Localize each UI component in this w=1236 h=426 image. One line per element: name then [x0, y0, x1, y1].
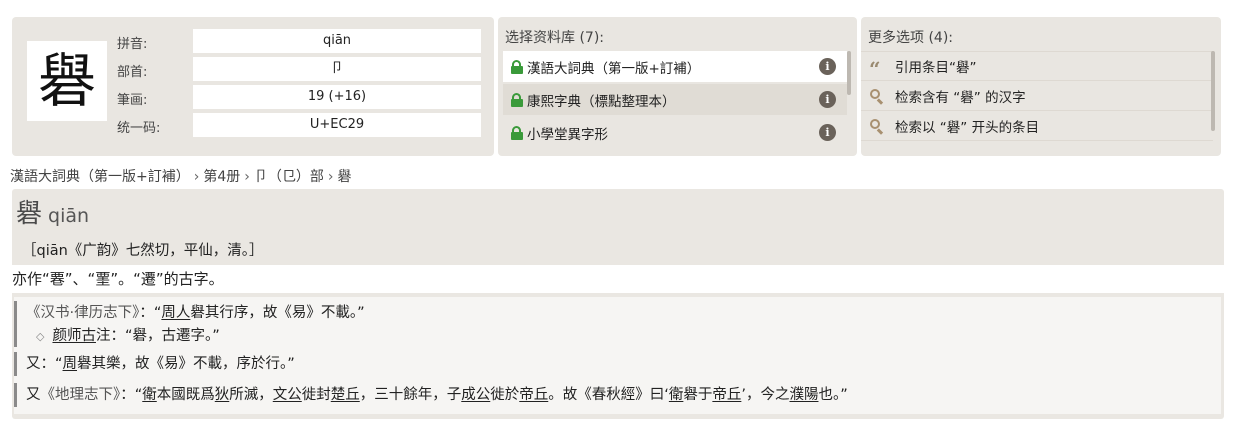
breadcrumb-item[interactable]: 漢語大詞典（第一版+訂補） [10, 166, 190, 186]
unicode-label: 统一码: [117, 121, 161, 136]
dictionary-item[interactable]: 康熙字典（標點整理本） i [503, 84, 847, 115]
quote-text: 礜于 [683, 387, 713, 403]
quote-text: 本國既爲 [156, 387, 215, 403]
proper-name[interactable]: 文公 [273, 387, 302, 403]
proper-name[interactable]: 帝丘 [712, 387, 741, 403]
quotation-3: 又《地理志下》：“衛本國既爲狄所滅，文公徙封楚丘，三十餘年，子成公徙於帝丘。故《… [14, 383, 848, 407]
dictionary-item[interactable]: 小學堂異字形 i [503, 117, 847, 148]
entry-pronunciation: ［qiān《广韵》七然切，平仙，清。］ [22, 243, 264, 259]
breadcrumb-item[interactable]: 第4册 [203, 166, 240, 186]
character-glyph: 礜 [37, 47, 96, 115]
unicode-row: 统一码: U+EC29 [117, 113, 487, 139]
unicode-value: U+EC29 [193, 113, 481, 137]
dictionary-name: 康熙字典（標點整理本） [527, 93, 676, 110]
quote-text: 徙封 [301, 387, 331, 403]
dictionary-list[interactable]: 漢語大詞典（第一版+訂補） i 康熙字典（標點整理本） i 小學堂異字形 i [503, 51, 847, 151]
proper-name[interactable]: 周人 [161, 305, 190, 321]
dictionary-name: 小學堂異字形 [527, 126, 608, 143]
search-icon [869, 88, 885, 104]
strokes-row: 筆画: 19 (+16) [117, 85, 487, 111]
character-glyph-box: 礜 [27, 41, 107, 121]
radical-value[interactable]: 卩 [193, 57, 481, 81]
dictionary-panel-title: 选择资料库 (7): [505, 30, 604, 46]
quote-text: ，三十餘年，子 [359, 387, 462, 403]
quote-note: 注：“礜，古遷字。” [95, 328, 220, 344]
quotation-1: 《汉书·律历志下》：“周人礜其行序，故《易》不載。” ◇ 颜师古注：“礜，古遷字。… [14, 301, 365, 347]
more-options-panel: 更多选项 (4): “ 引用条目“礜” 检索含有 “礜” 的汉字 检索以 “礜”… [861, 17, 1221, 156]
search-icon [869, 118, 885, 134]
entry-pinyin: qiān [48, 205, 90, 227]
breadcrumb-separator: › [193, 169, 200, 185]
quote-text: 礜其樂，故《易》不載，序於行。” [77, 356, 295, 372]
quote-source[interactable]: 《地理志下》 [41, 387, 121, 403]
strokes-value: 19 (+16) [193, 85, 481, 109]
quotation-list: 《汉书·律历志下》：“周人礜其行序，故《易》不載。” ◇ 颜师古注：“礜，古遷字。… [14, 297, 1221, 414]
character-info-panel: 礜 拼音: qiān 部首: 卩 筆画: 19 (+16) 统一码: U+EC2… [12, 17, 494, 156]
proper-name[interactable]: 衛 [669, 387, 684, 403]
quote-text: 徙於 [490, 387, 520, 403]
quote-text: ：“ [139, 305, 162, 321]
pinyin-row: 拼音: qiān [117, 29, 487, 55]
entry-definition-band: 亦作“䙴”、“䙵”。“遷”的古字。 [12, 265, 1224, 293]
breadcrumb-separator: › [327, 169, 334, 185]
search-starting-option[interactable]: 检索以 “礜” 开头的条目 [861, 111, 1213, 141]
proper-name[interactable]: 狄 [215, 387, 230, 403]
radical-row: 部首: 卩 [117, 57, 487, 83]
breadcrumb: 漢語大詞典（第一版+訂補） › 第4册 › 卩（㔾）部 › 礜 [10, 166, 351, 186]
dictionary-scrollbar[interactable] [847, 51, 851, 95]
pinyin-value: qiān [193, 29, 481, 53]
quote-text: ：“ [120, 387, 143, 403]
strokes-label: 筆画: [117, 93, 148, 108]
radical-label: 部首: [117, 65, 148, 80]
quote-text: 。故《春秋經》曰‘ [548, 387, 669, 403]
entry-definition: 亦作“䙴”、“䙵”。“遷”的古字。 [12, 270, 224, 288]
quote-text: 所滅， [229, 387, 273, 403]
proper-name[interactable]: 成公 [461, 387, 490, 403]
more-options-scrollbar[interactable] [1211, 51, 1215, 131]
breadcrumb-current: 礜 [337, 169, 352, 185]
entry-char: 礜 [16, 199, 43, 229]
quote-text: 礜其行序，故《易》不載。” [190, 305, 365, 321]
search-containing-option[interactable]: 检索含有 “礜” 的汉字 [861, 81, 1213, 111]
info-icon[interactable]: i [819, 91, 836, 108]
proper-name[interactable]: 衛 [142, 387, 157, 403]
quote-source[interactable]: 《汉书·律历志下》 [26, 305, 139, 321]
cite-entry-option[interactable]: “ 引用条目“礜” [861, 51, 1213, 81]
pinyin-label: 拼音: [117, 37, 148, 52]
info-icon[interactable]: i [819, 58, 836, 75]
diamond-bullet-icon: ◇ [36, 330, 45, 343]
breadcrumb-separator: › [244, 169, 250, 185]
dictionary-item[interactable]: 漢語大詞典（第一版+訂補） i [503, 51, 847, 82]
dictionary-select-panel: 选择资料库 (7): 漢語大詞典（第一版+訂補） i 康熙字典（標點整理本） i… [498, 17, 857, 156]
proper-name[interactable]: 楚丘 [331, 387, 360, 403]
info-icon[interactable]: i [819, 124, 836, 141]
breadcrumb-item[interactable]: 卩（㔾）部 [254, 166, 324, 186]
quote-text: ’，今之 [741, 387, 790, 403]
quote-text: 也。” [818, 387, 848, 403]
lock-open-icon [511, 125, 524, 140]
lock-open-icon [511, 59, 524, 74]
option-label: 引用条目“礜” [895, 60, 977, 76]
option-label: 检索含有 “礜” 的汉字 [895, 89, 1026, 106]
proper-name[interactable]: 帝丘 [519, 387, 548, 403]
quotation-2: 又：“周礜其樂，故《易》不載，序於行。” [14, 352, 295, 376]
proper-name[interactable]: 颜师古 [52, 328, 96, 344]
more-options-list: “ 引用条目“礜” 检索含有 “礜” 的汉字 检索以 “礜” 开头的条目 [861, 51, 1213, 151]
proper-name[interactable]: 周 [63, 356, 78, 372]
entry-headword: 礜 qiān [16, 193, 90, 229]
dictionary-name: 漢語大詞典（第一版+訂補） [527, 60, 701, 77]
quote-icon: “ [869, 57, 881, 81]
more-options-title: 更多选项 (4): [868, 30, 953, 46]
lock-open-icon [511, 92, 524, 107]
proper-name[interactable]: 濮陽 [789, 387, 818, 403]
quote-text: 又：“ [26, 356, 63, 372]
option-label: 检索以 “礜” 开头的条目 [895, 119, 1040, 136]
quote-text: 又 [26, 387, 41, 403]
